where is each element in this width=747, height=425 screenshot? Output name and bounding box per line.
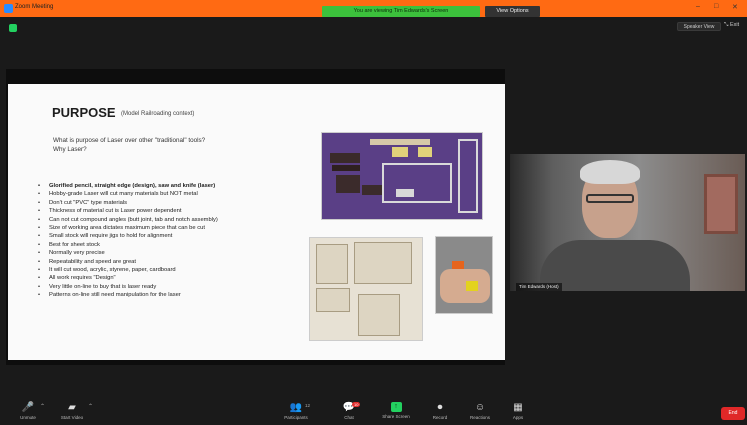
audio-options-chevron-icon[interactable]: ⌃: [40, 403, 45, 410]
record-button[interactable]: ⏺ Record: [422, 398, 458, 424]
slide-subtitle: (Model Railroading context): [121, 111, 195, 117]
reactions-smiley-icon: ☺: [474, 402, 486, 413]
slide-bullet: Best for sheet stock: [38, 241, 308, 250]
slide-bullet: Size of working area dictates maximum pi…: [38, 224, 308, 233]
video-options-chevron-icon[interactable]: ⌃: [88, 403, 93, 410]
start-video-label: Start Video: [60, 415, 84, 420]
participants-button[interactable]: 👥 Participants: [278, 398, 314, 424]
slide-bullet: Can not cut compound angles (butt joint,…: [38, 216, 308, 225]
presentation-slide: PURPOSE (Model Railroading context) What…: [8, 84, 505, 360]
participant-video-tile[interactable]: [510, 154, 745, 291]
security-shield-icon[interactable]: [9, 24, 17, 32]
slide-bullet-list: Glorified pencil, straight edge (design)…: [38, 182, 308, 300]
window-title: Zoom Meeting: [15, 4, 54, 10]
video-camera-off-icon: ▰: [68, 402, 76, 413]
slide-bullet: Very little on-line to buy that is laser…: [38, 283, 308, 292]
apps-label: Apps: [512, 415, 524, 420]
wood-panels-photo: [309, 237, 423, 341]
slide-bullet: It will cut wood, acrylic, styrene, pape…: [38, 266, 308, 275]
meeting-toolbar: [0, 396, 747, 425]
participant-body: [540, 240, 690, 291]
slide-bullet: Repeatability and speed are great: [38, 258, 308, 267]
record-icon: ⏺: [437, 402, 443, 413]
share-screen-icon: ↑: [390, 402, 402, 412]
participant-hair: [580, 160, 640, 184]
chat-button[interactable]: 💬 Chat: [331, 398, 367, 424]
chat-label: Chat: [344, 415, 354, 420]
slide-question-line-1: What is purpose of Laser over other "tra…: [53, 137, 206, 144]
reactions-label: Reactions: [469, 415, 490, 420]
slide-bullet: All work requires "Design": [38, 274, 308, 283]
participant-name-tag: Tim Edwards (Host): [516, 283, 562, 291]
wall-picture: [704, 174, 738, 234]
fullscreen-button[interactable]: ⤡ Exit: [724, 22, 739, 29]
slide-bullet: Don't cut "PVC" type materials: [38, 199, 308, 208]
maximize-icon[interactable]: □: [714, 3, 718, 10]
unmute-button[interactable]: 🎤 Unmute: [10, 398, 46, 424]
share-screen-label: Share Screen: [382, 414, 410, 419]
slide-bullet: Small stock will require jigs to hold fo…: [38, 232, 308, 241]
slide-bullet: Thickness of material cut is Laser power…: [38, 207, 308, 216]
chat-icon: 💬: [342, 402, 356, 413]
apps-button[interactable]: ▦ Apps: [500, 398, 536, 424]
slide-bullet: Glorified pencil, straight edge (design)…: [38, 182, 308, 191]
apps-grid-icon: ▦: [513, 402, 523, 413]
reactions-button[interactable]: ☺ Reactions: [462, 398, 498, 424]
slide-bullet: Hobby-grade Laser will cut many material…: [38, 190, 308, 199]
slide-question: What is purpose of Laser over other "tra…: [53, 136, 283, 154]
laser-cut-parts-photo: [321, 132, 483, 220]
slide-bullet: Patterns on-line still need manipulation…: [38, 291, 308, 300]
hand-held-pieces-photo: [435, 236, 493, 314]
start-video-button[interactable]: ▰ Start Video: [54, 398, 90, 424]
end-meeting-button[interactable]: End: [721, 407, 745, 420]
unmute-label: Unmute: [20, 415, 36, 420]
participants-label: Participants: [284, 415, 308, 420]
slide-question-line-2: Why Laser?: [53, 146, 87, 153]
participant-glasses: [586, 194, 634, 203]
slide-bullet: Normally very precise: [38, 249, 308, 258]
share-screen-button[interactable]: ↑ Share Screen: [378, 398, 414, 424]
zoom-app-icon: [4, 4, 13, 13]
view-options-button[interactable]: View Options: [485, 6, 540, 17]
screen-share-banner: You are viewing Tim Edwards's Screen: [322, 6, 480, 17]
speaker-view-button[interactable]: Speaker View: [677, 22, 721, 31]
minimize-icon[interactable]: –: [696, 3, 700, 10]
slide-title: PURPOSE: [52, 105, 116, 120]
chat-unread-badge: 10: [352, 402, 361, 407]
participants-count: 12: [305, 403, 311, 408]
close-icon[interactable]: ✕: [732, 3, 738, 11]
meeting-top-bar: [0, 17, 747, 49]
fullscreen-label: Exit: [729, 22, 740, 28]
record-label: Record: [432, 415, 448, 420]
